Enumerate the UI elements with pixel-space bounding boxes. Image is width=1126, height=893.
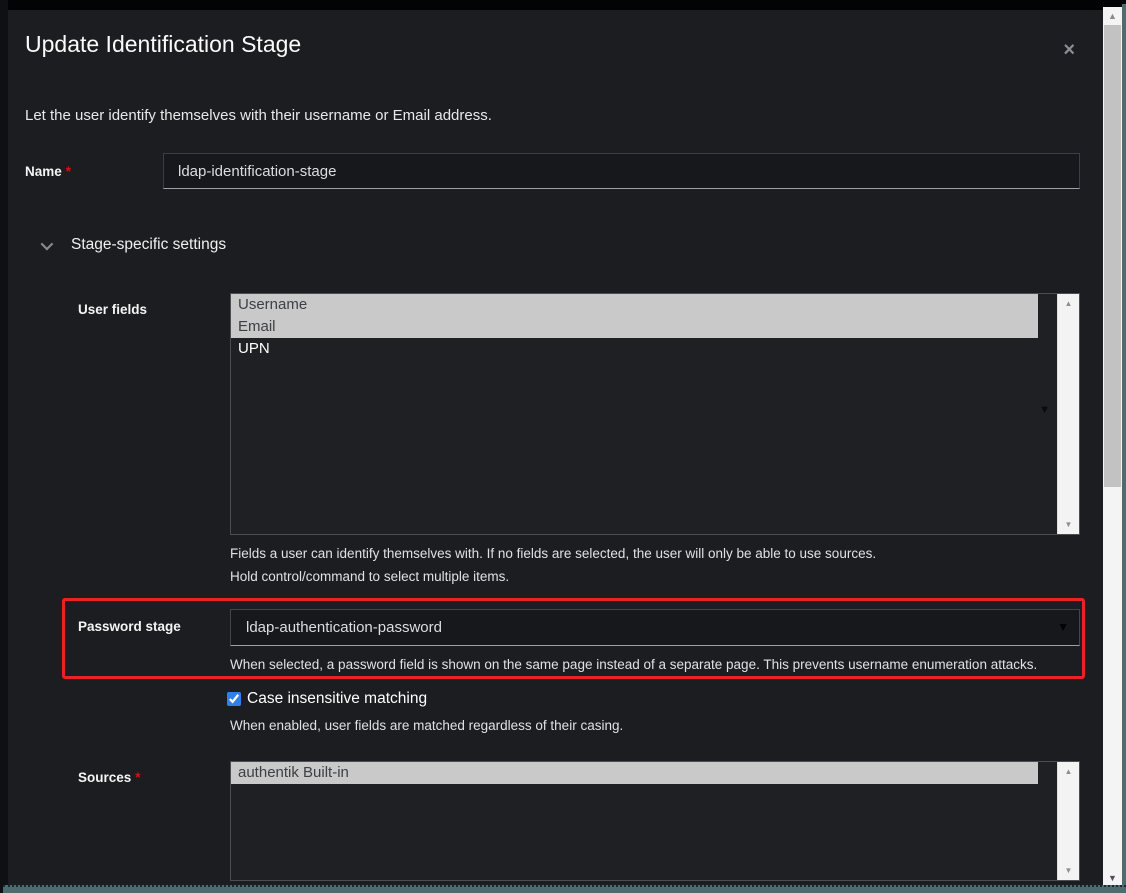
password-stage-value: ldap-authentication-password (246, 619, 442, 636)
scrollbar-thumb[interactable] (1104, 25, 1121, 487)
bottom-edge (3, 885, 1126, 893)
page-scrollbar[interactable]: ▲ ▼ (1103, 7, 1122, 886)
scroll-down-icon[interactable]: ▼ (1103, 873, 1122, 883)
sources-row: Sources* authentik Built-in ▲ ▼ (25, 761, 1080, 881)
case-insensitive-label[interactable]: Case insensitive matching (247, 690, 427, 708)
user-fields-help-2: Hold control/command to select multiple … (230, 567, 1080, 586)
scroll-up-icon[interactable]: ▲ (1103, 11, 1122, 21)
annotation-highlight: Password stage ldap-authentication-passw… (62, 598, 1085, 679)
modal-description: Let the user identify themselves with th… (25, 106, 1080, 126)
password-stage-row: Password stage ldap-authentication-passw… (65, 609, 1082, 674)
right-edge (1122, 4, 1126, 893)
case-insensitive-row: Case insensitive matching (227, 689, 1080, 709)
name-input[interactable] (163, 153, 1080, 189)
scroll-down-icon[interactable]: ▼ (1058, 866, 1079, 875)
listbox-option[interactable]: authentik Built-in (231, 762, 1038, 784)
screen: × Update Identification Stage Let the us… (0, 0, 1126, 893)
select-caret-icon: ▼ (1039, 404, 1050, 416)
modal-content: Update Identification Stage Let the user… (25, 10, 1080, 881)
case-insensitive-checkbox[interactable] (227, 692, 241, 706)
update-identification-stage-modal: × Update Identification Stage Let the us… (8, 10, 1103, 886)
listbox-scrollbar[interactable]: ▲ ▼ (1057, 294, 1079, 534)
password-stage-label: Password stage (78, 609, 230, 634)
scroll-down-icon[interactable]: ▼ (1058, 520, 1079, 529)
top-edge (0, 0, 1126, 10)
case-insensitive-help: When enabled, user fields are matched re… (230, 716, 1080, 735)
user-fields-help-1: Fields a user can identify themselves wi… (230, 544, 1080, 563)
listbox-option[interactable]: Email (231, 316, 1038, 338)
name-field-row: Name* (25, 153, 1080, 189)
modal-title: Update Identification Stage (25, 30, 1080, 58)
scroll-up-icon[interactable]: ▲ (1058, 767, 1079, 776)
listbox-option[interactable]: UPN (231, 338, 1038, 360)
user-fields-row: User fields UsernameEmailUPN ▼ ▲ ▼ (25, 293, 1080, 535)
stage-settings-group-header[interactable]: Stage-specific settings (25, 233, 1080, 257)
name-label: Name* (25, 164, 163, 179)
required-marker: * (66, 164, 71, 179)
listbox-option[interactable]: Username (231, 294, 1038, 316)
sources-listbox[interactable]: authentik Built-in ▲ ▼ (230, 761, 1080, 881)
password-stage-select[interactable]: ldap-authentication-password ▼ (230, 609, 1080, 646)
user-fields-listbox[interactable]: UsernameEmailUPN ▼ ▲ ▼ (230, 293, 1080, 535)
user-fields-label: User fields (78, 293, 230, 317)
listbox-scrollbar[interactable]: ▲ ▼ (1057, 762, 1079, 880)
password-stage-help: When selected, a password field is shown… (230, 655, 1080, 674)
scroll-up-icon[interactable]: ▲ (1058, 299, 1079, 308)
chevron-down-icon[interactable] (41, 237, 54, 250)
required-marker: * (135, 770, 140, 785)
sources-label: Sources* (78, 761, 230, 785)
group-title: Stage-specific settings (71, 236, 226, 254)
select-caret-icon: ▼ (1057, 610, 1069, 645)
left-edge (0, 0, 8, 893)
